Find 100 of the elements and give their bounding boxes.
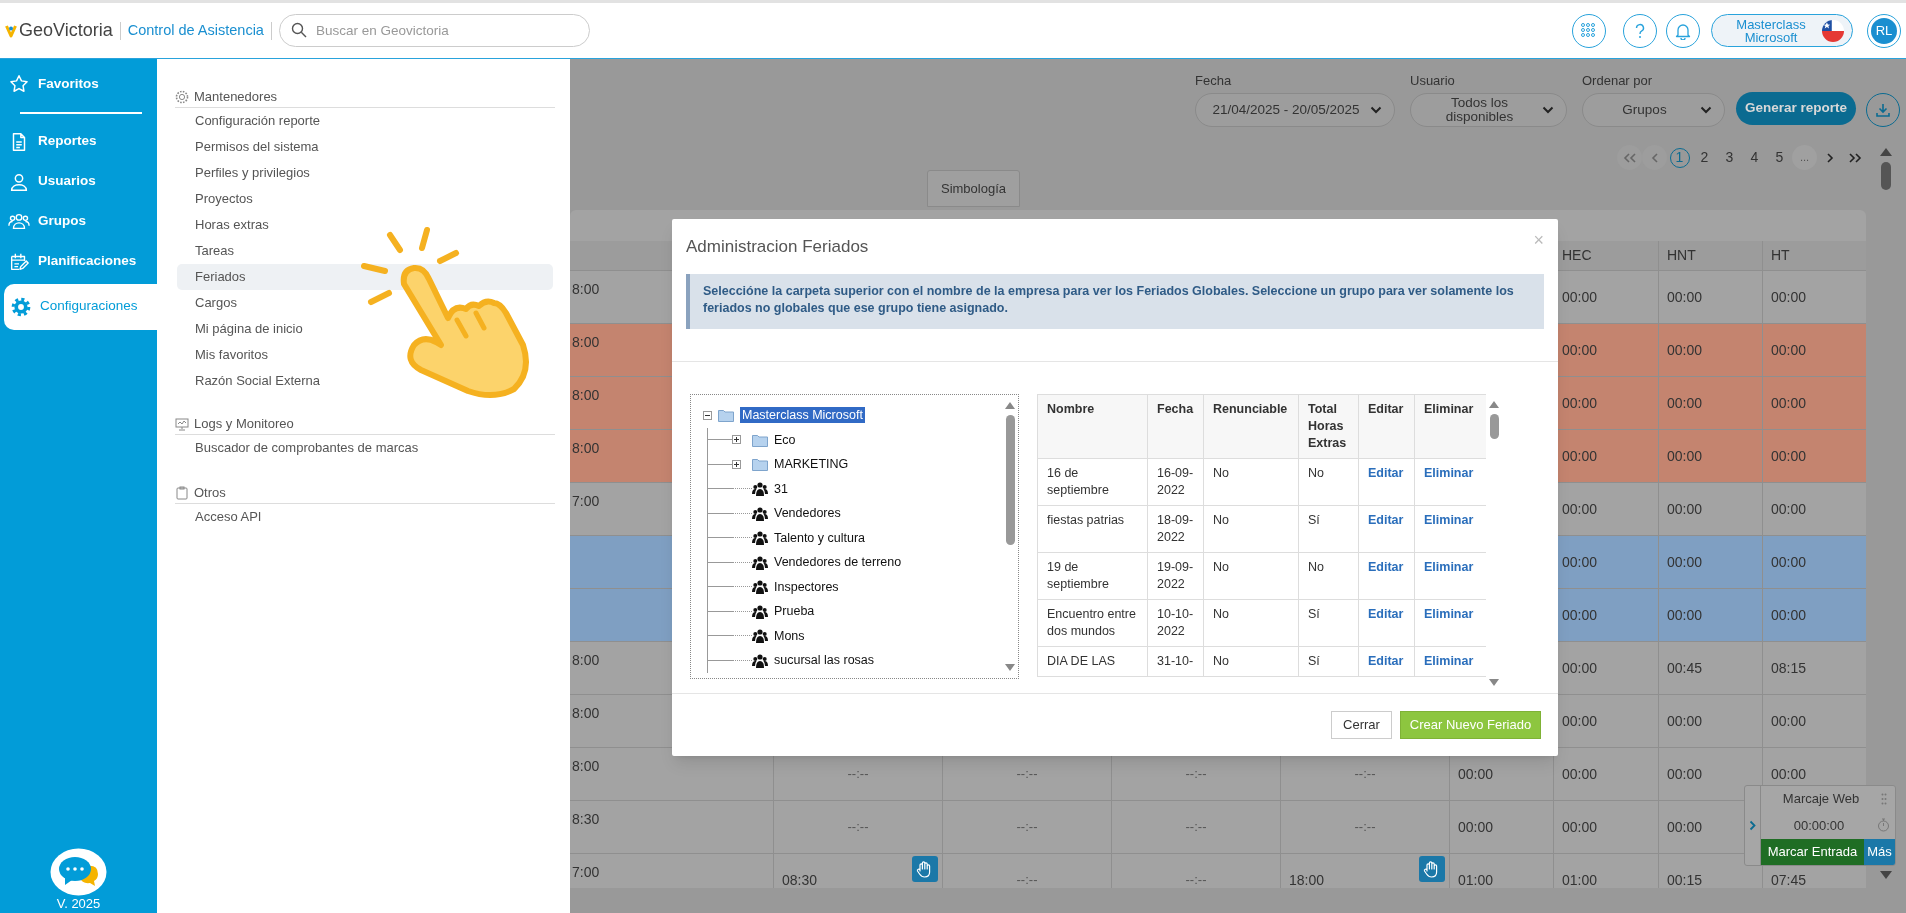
sidebar-item[interactable]: Grupos [0,201,157,242]
menu-item[interactable]: Horas extras [177,212,553,238]
table-cell: No [1203,599,1299,647]
folder-icon [718,408,734,423]
more-button[interactable]: Más [1864,838,1895,865]
scroll-down-arrow-icon[interactable] [1879,870,1893,880]
account-switcher[interactable]: Masterclass Microsoft [1711,14,1853,47]
menu-item[interactable]: Razón Social Externa [177,368,553,394]
filter-dropdown[interactable]: 21/04/2025 - 20/05/2025 [1195,93,1395,127]
menu-item[interactable]: Tareas [177,238,553,264]
expand-icon[interactable] [732,435,741,445]
tree-item[interactable]: MARKETING [772,456,851,473]
menu-item[interactable]: Configuración reporte [177,108,553,134]
collapse-icon[interactable] [703,410,712,420]
drag-handle-icon[interactable] [1881,793,1887,806]
edit-link[interactable]: Editar [1368,513,1404,527]
table-cell-text: 00:00 [1562,605,1598,625]
gear-icon [175,89,189,104]
table-cell-text: --:-- [1185,765,1207,784]
sidebar-item[interactable]: Favoritos [0,64,157,104]
tree-item[interactable]: 31 [772,480,790,497]
column-header: Editar [1358,394,1415,459]
tree-item[interactable]: Prueba [772,603,817,620]
page-button[interactable]: 2 [1692,145,1717,170]
page-button[interactable]: 3 [1717,145,1742,170]
table-cell-text: --:-- [1016,818,1038,837]
scroll-up-arrow-icon[interactable] [1488,400,1500,409]
table-cell-text: --:-- [1016,765,1038,784]
sidebar-item[interactable]: Configuraciones [4,283,157,330]
filter-label: Fecha [1195,73,1233,89]
table-cell-text: 00:00 [1562,711,1598,731]
table-cell-text: 00:00 [1771,393,1807,413]
generate-report-button[interactable]: Generar reporte [1736,92,1856,125]
table-cell-text: 00:00 [1458,764,1494,784]
table-cell-text: 00:00 [1562,499,1598,519]
menu-item[interactable]: Perfiles y privilegios [177,160,553,186]
sidebar-item[interactable]: Planificaciones [0,241,157,282]
table-cell-text: 00:00 [1458,817,1494,837]
tree-item[interactable]: Vendedores [772,505,843,522]
sidebar-item[interactable]: Reportes [0,121,157,162]
chevron-down-icon [1370,106,1382,114]
menu-item[interactable]: Permisos del sistema [177,134,553,160]
menu-item[interactable]: Proyectos [177,186,553,212]
scrollbar-thumb[interactable] [1489,414,1499,439]
clock-in-button[interactable]: Marcar Entrada [1761,838,1864,865]
menu-item[interactable]: Acceso API [177,504,553,530]
logo-text[interactable]: GeoVictoria [19,17,113,44]
filter-dropdown[interactable]: Todos los disponibles [1410,93,1567,127]
search-field[interactable]: Buscar en Geovictoria [278,14,590,47]
sidebar-item[interactable]: Usuarios [0,161,157,202]
column-header: Fecha [1147,394,1204,459]
hand-icon [912,856,938,882]
chevron-down-icon [1542,106,1554,114]
first-page-button[interactable] [1617,145,1642,170]
edit-link[interactable]: Editar [1368,560,1404,574]
table-cell-text: 00:00 [1771,764,1807,784]
previous-page-button[interactable] [1642,145,1667,170]
group-icon [752,579,768,595]
expand-icon[interactable] [732,459,741,469]
tree-item[interactable]: Inspectores [772,578,841,595]
menu-item[interactable]: Feriados [177,264,553,290]
table-cell: 8:30 [572,811,600,827]
group-icon [752,603,768,619]
tree-item[interactable]: sucursal las rosas [772,652,877,669]
stopwatch-icon [1877,818,1890,833]
symbology-tab[interactable]: Simbología [927,170,1020,207]
scroll-down-arrow-icon[interactable] [1488,678,1500,687]
chevron-right-icon [1749,820,1756,831]
page-button[interactable]: 5 [1767,145,1792,170]
tree-item[interactable]: Vendedores de terreno [772,554,904,571]
menu-item[interactable]: Mi página de inicio [177,316,553,342]
tree-item[interactable]: Mons [772,627,807,644]
filter-dropdown[interactable]: Grupos [1582,93,1725,127]
tree-item[interactable]: Masterclass Microsoft [740,407,865,424]
menu-item[interactable]: Mis favoritos [177,342,553,368]
menu-section-title: Logs y Monitoreo [194,414,294,433]
close-dialog-button[interactable]: Cerrar [1331,711,1392,739]
apps-button[interactable] [1572,13,1606,48]
filter-label: Usuario [1410,73,1456,89]
group-icon [752,505,768,521]
module-title[interactable]: Control de Asistencia [127,19,264,42]
bell-icon [1675,21,1691,40]
table-cell-text: 00:00 [1562,287,1598,307]
menu-item[interactable]: Buscador de comprobantes de marcas [177,435,553,461]
group-icon [752,530,768,546]
more-pages-button[interactable]: ... [1792,145,1817,170]
scrollbar-thumb[interactable] [1881,162,1891,190]
scroll-down-arrow-icon[interactable] [1004,663,1016,672]
table-cell-text: --:-- [1016,871,1038,888]
menu-item[interactable]: Cargos [177,290,553,316]
chat-icon[interactable] [50,848,107,896]
tree-item[interactable]: Eco [772,431,798,448]
scroll-up-arrow-icon[interactable] [1004,401,1016,410]
scroll-up-arrow-icon[interactable] [1879,147,1893,157]
scrollbar-thumb[interactable] [1005,415,1015,545]
edit-link[interactable]: Editar [1368,466,1404,480]
page-button[interactable]: 4 [1742,145,1767,170]
tree-item[interactable]: Talento y cultura [772,529,868,546]
edit-link[interactable]: Editar [1368,607,1404,621]
table-cell-text: 00:00 [1667,499,1703,519]
